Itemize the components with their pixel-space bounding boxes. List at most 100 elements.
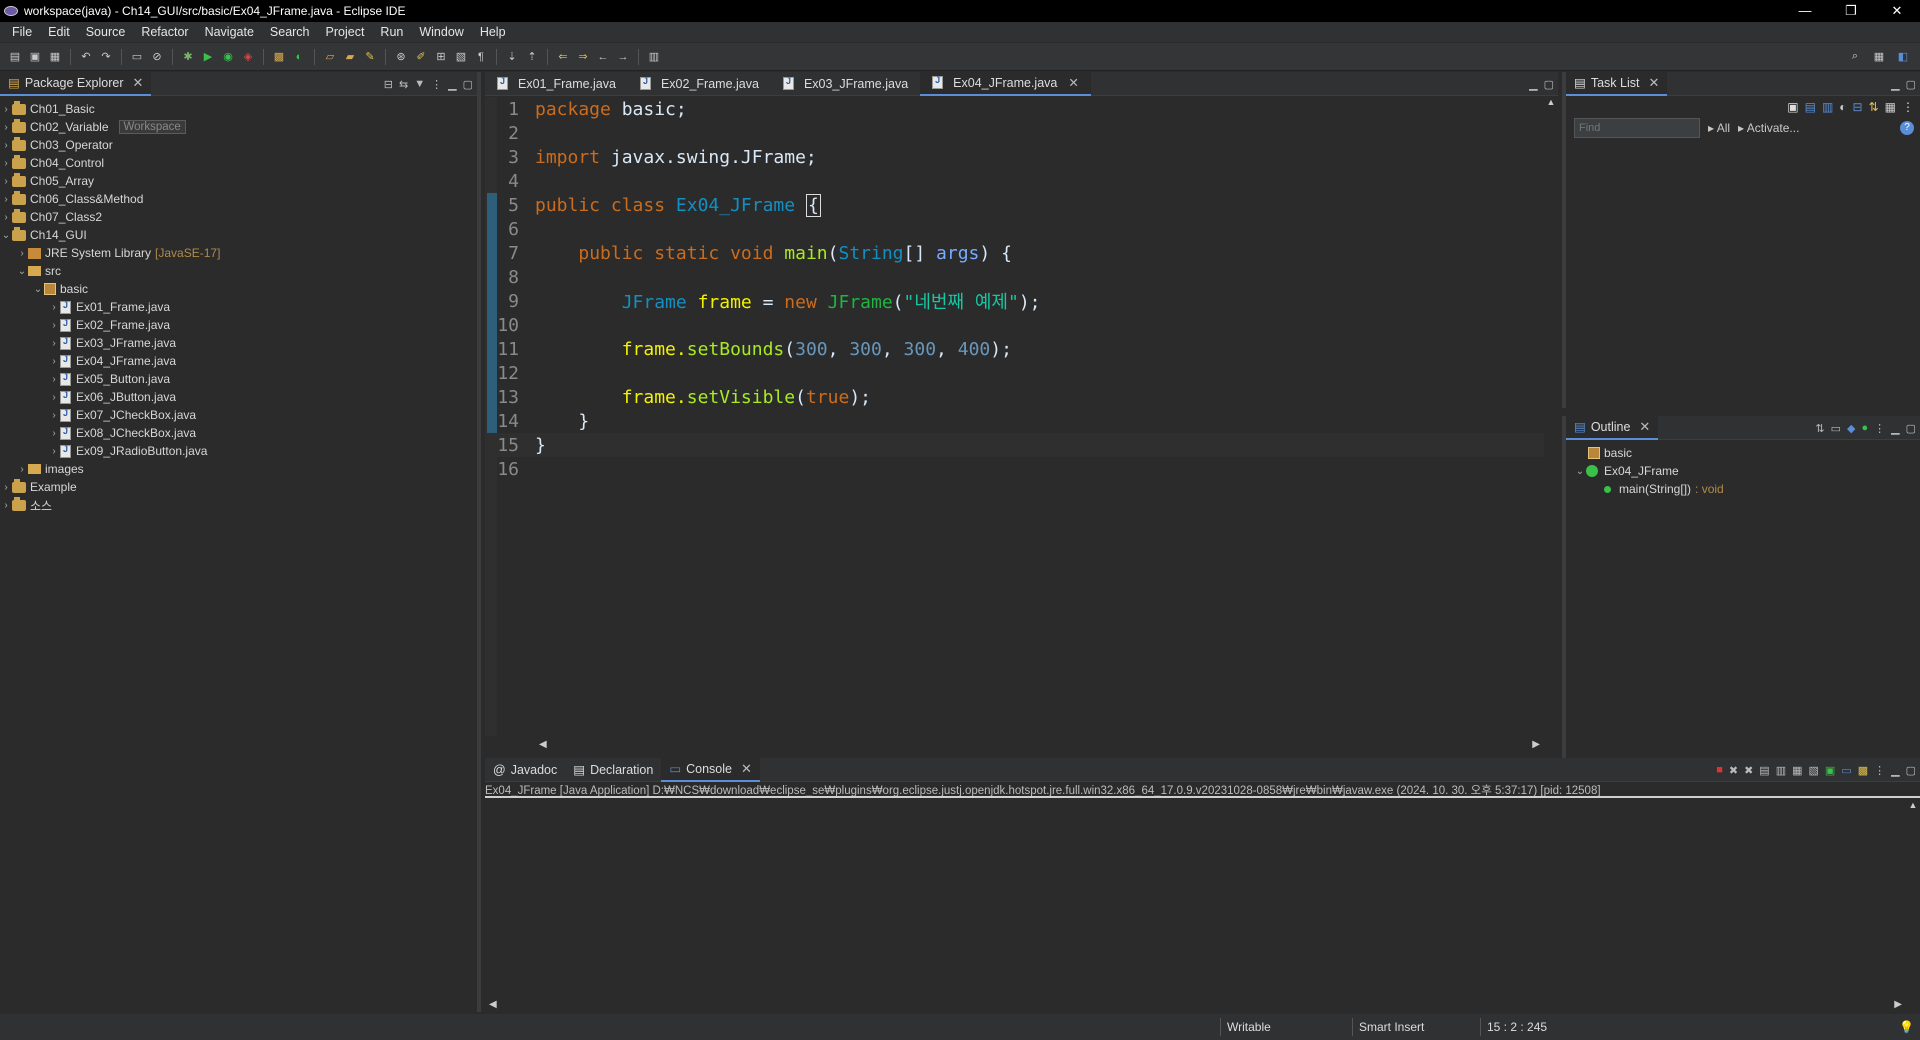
coverage-icon[interactable]: ◉ xyxy=(219,49,237,65)
menu-edit[interactable]: Edit xyxy=(40,25,78,39)
skip-breakpoints-icon[interactable]: ⊘ xyxy=(148,49,166,65)
tree-item-project[interactable]: › Ch07_Class2 xyxy=(0,208,477,226)
last-edit-icon[interactable]: ⇐ xyxy=(554,49,572,65)
tree-item-library[interactable]: › JRE System Library [JavaSE-17] xyxy=(0,244,477,262)
java-perspective-icon[interactable]: ◧ xyxy=(1894,49,1912,65)
chevron-right-icon[interactable]: › xyxy=(0,500,12,511)
close-window-button[interactable]: ✕ xyxy=(1874,3,1920,19)
tree-item-src[interactable]: ⌄ src xyxy=(0,262,477,280)
terminate-icon[interactable]: ■ xyxy=(1716,764,1723,776)
chevron-right-icon[interactable]: › xyxy=(48,410,60,421)
pin-editor-icon[interactable]: ▥ xyxy=(645,49,663,65)
tree-item-file[interactable]: › Ex09_JRadioButton.java xyxy=(0,442,477,460)
open-task-icon[interactable]: ▰ xyxy=(341,49,359,65)
minimize-button[interactable]: — xyxy=(1782,3,1828,19)
menu-project[interactable]: Project xyxy=(318,25,373,39)
minimize-view-icon[interactable]: ▁ xyxy=(1891,78,1899,91)
sync-icon[interactable]: ⇅ xyxy=(1869,100,1879,114)
link-editor-icon[interactable]: ⇆ xyxy=(399,78,408,91)
new-icon[interactable]: ▤ xyxy=(6,49,24,65)
chevron-right-icon[interactable]: › xyxy=(16,464,28,475)
scroll-up-icon[interactable]: ▲ xyxy=(1906,800,1920,810)
tree-item-project[interactable]: ⌄ Ch14_GUI xyxy=(0,226,477,244)
status-cursor-position[interactable]: 15 : 2 : 245 xyxy=(1480,1018,1600,1036)
tree-item-project[interactable]: › Ch06_Class&Method xyxy=(0,190,477,208)
chevron-right-icon[interactable]: › xyxy=(0,104,12,115)
maximize-view-icon[interactable]: ▢ xyxy=(1906,422,1916,435)
activate-link[interactable]: ▸ Activate... xyxy=(1738,121,1799,135)
editor-tab-ex04[interactable]: Ex04_JFrame.java ✕ xyxy=(920,71,1091,96)
hide-static-icon[interactable]: ◆ xyxy=(1847,422,1855,435)
outline-method[interactable]: main(String[]): void xyxy=(1574,480,1920,498)
console-horizontal-scrollbar[interactable]: ◀ ▶ xyxy=(485,996,1906,1012)
close-icon[interactable]: ✕ xyxy=(132,75,143,91)
tree-item-project[interactable]: › Ch02_Variable Workspace xyxy=(0,118,477,136)
tree-item-project[interactable]: › Example xyxy=(0,478,477,496)
menu-navigate[interactable]: Navigate xyxy=(197,25,262,39)
next-annotation-icon[interactable]: ⇣ xyxy=(503,49,521,65)
tab-task-list[interactable]: ▤ Task List ✕ xyxy=(1566,71,1668,96)
chevron-down-icon[interactable]: ⌄ xyxy=(16,266,28,277)
whitespace-icon[interactable]: ¶ xyxy=(472,49,490,65)
close-icon[interactable]: ✕ xyxy=(1068,75,1078,90)
tree-item-file[interactable]: › Ex07_JCheckBox.java xyxy=(0,406,477,424)
minimize-view-icon[interactable]: ▁ xyxy=(1891,764,1899,777)
chevron-down-icon[interactable]: ⌄ xyxy=(0,230,12,241)
menu-source[interactable]: Source xyxy=(78,25,134,39)
menu-run[interactable]: Run xyxy=(372,25,411,39)
tree-item-project[interactable]: › 소스 xyxy=(0,496,477,514)
menu-refactor[interactable]: Refactor xyxy=(133,25,196,39)
minimize-view-icon[interactable]: ▁ xyxy=(1529,78,1537,91)
forward-icon[interactable]: → xyxy=(614,49,632,65)
chevron-right-icon[interactable]: › xyxy=(48,302,60,313)
chevron-down-icon[interactable]: ⌄ xyxy=(1574,466,1586,477)
terminal-icon[interactable]: ▭ xyxy=(128,49,146,65)
all-link[interactable]: ▸ All xyxy=(1708,121,1730,135)
filter-icon[interactable]: ▼ xyxy=(414,78,425,90)
highlight-icon[interactable]: ✐ xyxy=(412,49,430,65)
forward-edit-icon[interactable]: ⇒ xyxy=(574,49,592,65)
scroll-left-icon[interactable]: ◀ xyxy=(539,739,547,750)
hide-completed-icon[interactable]: ◐ xyxy=(1839,100,1846,114)
editor-tab-ex03[interactable]: Ex03_JFrame.java xyxy=(771,72,920,96)
minimize-view-icon[interactable]: ▁ xyxy=(448,78,456,91)
show-stderr-icon[interactable]: ▧ xyxy=(1809,764,1819,777)
maximize-view-icon[interactable]: ▢ xyxy=(1906,764,1916,777)
word-wrap-icon[interactable]: ▥ xyxy=(1776,764,1786,777)
help-icon[interactable]: ? xyxy=(1900,121,1914,135)
tree-item-file[interactable]: › Ex05_Button.java xyxy=(0,370,477,388)
filter-icon[interactable]: ▦ xyxy=(1885,100,1896,114)
back-icon[interactable]: ← xyxy=(594,49,612,65)
run-icon[interactable]: ▶ xyxy=(199,49,217,65)
chevron-right-icon[interactable]: › xyxy=(0,122,12,133)
tree-item-project[interactable]: › Ch04_Control xyxy=(0,154,477,172)
block-selection-icon[interactable]: ▧ xyxy=(452,49,470,65)
debug-icon[interactable]: ✱ xyxy=(179,49,197,65)
tab-console[interactable]: ▭ Console ✕ xyxy=(661,757,760,782)
tab-outline[interactable]: ▤ Outline ✕ xyxy=(1566,415,1659,440)
prev-annotation-icon[interactable]: ⇡ xyxy=(523,49,541,65)
tab-declaration[interactable]: ▤ Declaration xyxy=(565,758,661,782)
tree-item-file[interactable]: › Ex01_Frame.java xyxy=(0,298,477,316)
minimize-view-icon[interactable]: ▁ xyxy=(1891,422,1899,435)
chevron-right-icon[interactable]: › xyxy=(0,482,12,493)
menu-search[interactable]: Search xyxy=(262,25,318,39)
chevron-down-icon[interactable]: ⌄ xyxy=(32,284,44,295)
new-task-icon[interactable]: ▣ xyxy=(1787,100,1798,114)
view-menu-icon[interactable]: ⋮ xyxy=(1874,422,1885,435)
undo-icon[interactable]: ↶ xyxy=(77,49,95,65)
editor-tab-ex01[interactable]: Ex01_Frame.java xyxy=(485,72,628,96)
tree-item-file[interactable]: › Ex06_JButton.java xyxy=(0,388,477,406)
tree-item-package[interactable]: ⌄ basic xyxy=(0,280,477,298)
close-icon[interactable]: ✕ xyxy=(741,761,752,777)
maximize-view-icon[interactable]: ▢ xyxy=(463,78,473,91)
tree-item-file[interactable]: › Ex03_JFrame.java xyxy=(0,334,477,352)
chevron-right-icon[interactable]: › xyxy=(0,194,12,205)
editor-tab-ex02[interactable]: Ex02_Frame.java xyxy=(628,72,771,96)
remove-launch-icon[interactable]: ✖ xyxy=(1729,764,1738,777)
horizontal-scrollbar[interactable]: ◀ ▶ xyxy=(535,736,1544,752)
remove-all-icon[interactable]: ✖ xyxy=(1744,764,1753,777)
open-type-icon[interactable]: ▱ xyxy=(321,49,339,65)
chevron-right-icon[interactable]: › xyxy=(48,356,60,367)
tree-item-folder[interactable]: › images xyxy=(0,460,477,478)
